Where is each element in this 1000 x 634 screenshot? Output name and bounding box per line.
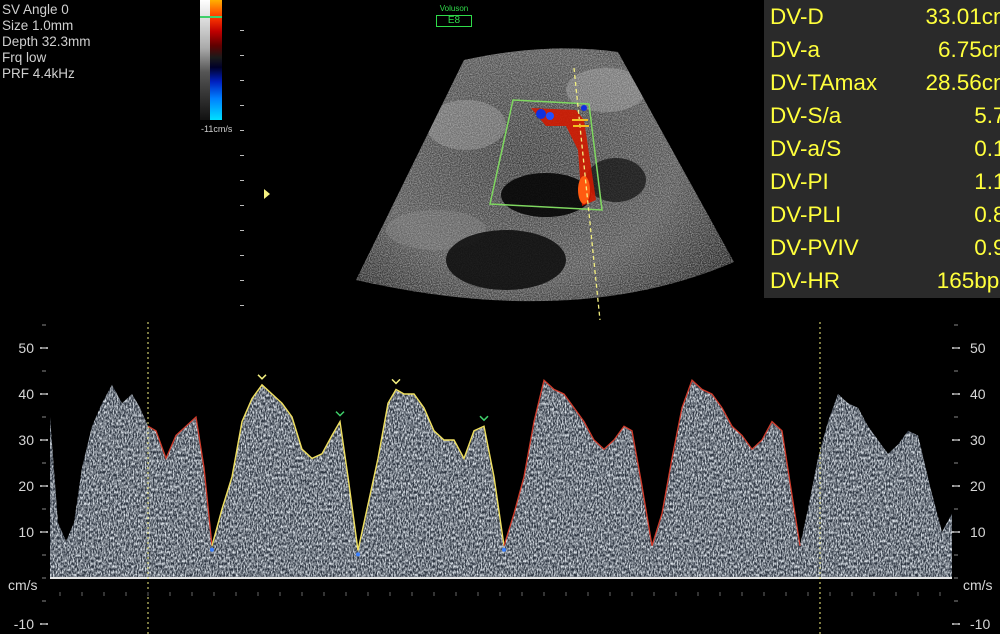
measurement-value: 28.56cm/ <box>925 70 1000 95</box>
y-tick-label: 50 <box>970 340 986 356</box>
measurement-row: DV-S/a 5.78 <box>770 99 1000 132</box>
measurement-value: 0.17 <box>974 136 1000 161</box>
device-logo: Voluson E8 <box>436 4 472 27</box>
left-unit-label: cm/s <box>8 577 38 593</box>
measurement-value: 0.83 <box>974 202 1000 227</box>
model-name: E8 <box>436 15 472 27</box>
frequency-text: Frq low <box>2 50 47 65</box>
measurement-label: DV-PVIV <box>770 235 859 260</box>
flow-blue-1 <box>536 109 546 119</box>
y-tick-label: -10 <box>14 616 34 632</box>
peak-marker-icon <box>479 415 489 422</box>
b-mode-image[interactable] <box>356 30 736 320</box>
measurement-row: DV-a/S 0.17 <box>770 132 1000 165</box>
measurement-row: DV-a 6.75cm/ <box>770 33 1000 66</box>
y-tick-label: 10 <box>970 524 986 540</box>
measurement-value: 6.75cm/ <box>937 37 1000 62</box>
doppler-parameters: SV Angle 0 Size 1.0mm Depth 32.3mm Frq l… <box>2 2 91 82</box>
y-tick-label: 10 <box>18 524 34 540</box>
y-tick-label: 20 <box>970 478 986 494</box>
trough-marker-icon <box>356 552 360 557</box>
measurement-row: DV-TAmax 28.56cm/ <box>770 66 1000 99</box>
grayscale-bar <box>200 0 210 120</box>
y-tick-label: 20 <box>18 478 34 494</box>
trough-marker-icon <box>210 547 214 552</box>
color-bar-marker <box>200 16 222 18</box>
measurement-label: DV-D <box>770 4 824 29</box>
peak-marker-icon <box>391 378 401 385</box>
measurement-label: DV-S/a <box>770 103 842 128</box>
right-unit-label: cm/s <box>963 577 993 593</box>
flow-orange <box>578 176 590 204</box>
measurement-value: 33.01cm/ <box>925 4 1000 29</box>
measurement-row: DV-PLI 0.83 <box>770 198 1000 231</box>
peak-marker-icon <box>335 411 345 417</box>
measurement-label: DV-PLI <box>770 202 842 227</box>
y-tick-label: 30 <box>18 432 34 448</box>
measurement-label: DV-PI <box>770 169 829 194</box>
brand-name: Voluson <box>439 4 469 13</box>
measurement-value: 1.13 <box>974 169 1000 194</box>
measurement-value: 165bpm <box>936 268 1000 293</box>
y-tick-label: 50 <box>18 340 34 356</box>
depth-text: Depth 32.3mm <box>2 34 91 49</box>
measurement-value: 5.78 <box>974 103 1000 128</box>
measurement-row: DV-PI 1.13 <box>770 165 1000 198</box>
sample-size-text: Size 1.0mm <box>2 18 74 33</box>
y-tick-label: 40 <box>18 386 34 402</box>
color-bar-scale-label: -11cm/s <box>201 124 233 134</box>
y-tick-label: 30 <box>970 432 986 448</box>
flow-blue-3 <box>581 105 587 111</box>
y-tick-label: -10 <box>970 616 990 632</box>
spectral-fill <box>50 380 952 578</box>
measurement-row: DV-PVIV 0.98 <box>770 231 1000 264</box>
color-flow-bar <box>210 0 222 120</box>
spectral-doppler-display[interactable]: 50 50 40 40 30 30 20 20 10 10 -10 -10 <box>0 320 1000 634</box>
measurement-label: DV-HR <box>770 268 841 293</box>
sector-scan <box>356 48 734 302</box>
measurement-row: DV-D 33.01cm/ <box>770 0 1000 33</box>
trough-marker-icon <box>502 547 506 552</box>
flow-blue-2 <box>546 112 554 120</box>
measurement-value: 0.98 <box>974 235 1000 260</box>
measurement-label: DV-a <box>770 37 821 62</box>
measurement-label: DV-a/S <box>770 136 842 161</box>
sv-angle-text: SV Angle 0 <box>2 2 69 17</box>
peak-marker-icon <box>257 374 267 380</box>
y-tick-label: 40 <box>970 386 986 402</box>
measurement-row: DV-HR 165bpm <box>770 264 1000 297</box>
prf-text: PRF 4.4kHz <box>2 66 75 81</box>
focus-marker-icon[interactable] <box>264 189 270 199</box>
measurement-label: DV-TAmax <box>770 70 878 95</box>
